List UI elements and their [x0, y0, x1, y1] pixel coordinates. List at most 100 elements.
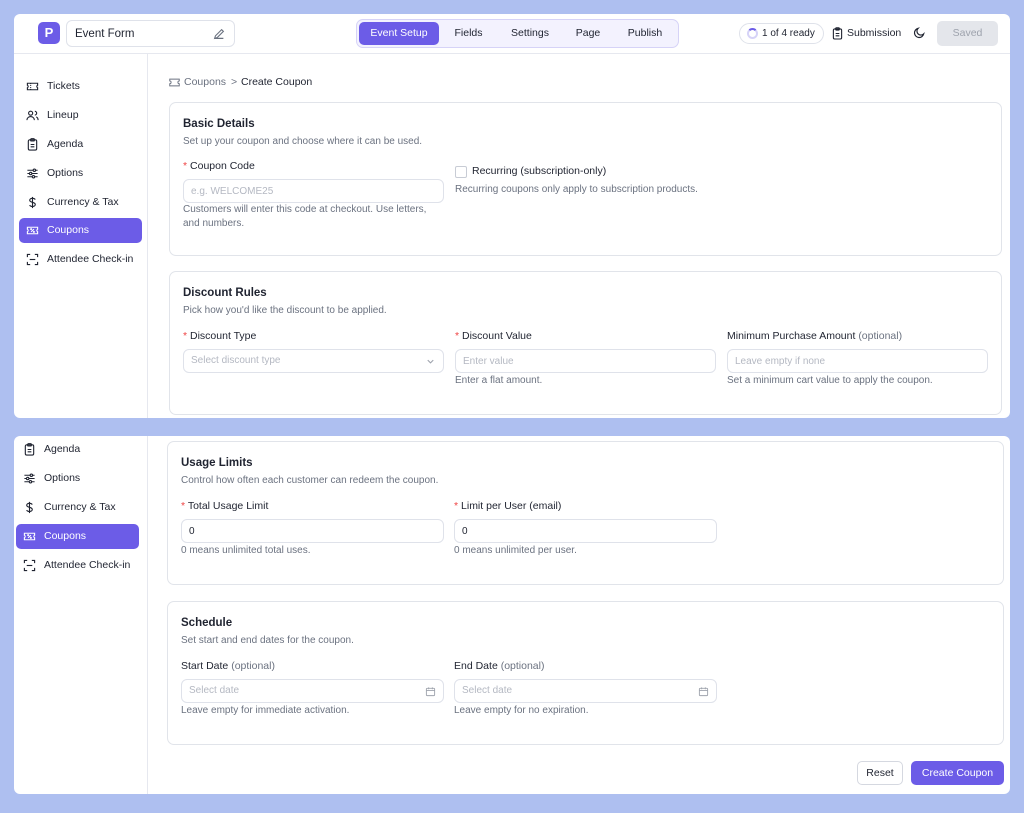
- calendar-icon: [698, 687, 709, 697]
- end-date-label: End Date (optional): [454, 660, 544, 672]
- coupon-code-label-text: Coupon Code: [190, 160, 255, 172]
- sidebar-item-tickets[interactable]: Tickets: [19, 74, 142, 99]
- moon-icon[interactable]: [913, 26, 926, 39]
- sidebar-item-label: Attendee Check-in: [47, 253, 134, 265]
- min-purchase-input[interactable]: [727, 349, 988, 373]
- calendar-icon: [425, 687, 436, 697]
- top-panel: P Event Form Event Setup Fields Settings…: [14, 14, 1010, 418]
- usage-limits-card: Usage Limits Control how often each cust…: [167, 441, 1004, 585]
- chevron-down-icon: [427, 359, 434, 364]
- sidebar-item-label: Currency & Tax: [47, 196, 119, 208]
- sidebar-item-label: Options: [47, 167, 84, 179]
- start-date-label: Start Date (optional): [181, 660, 275, 672]
- optional-tag: (optional): [500, 660, 545, 672]
- form-title-text: Event Form: [75, 28, 135, 40]
- tab-fields[interactable]: Fields: [441, 22, 496, 45]
- card-title: Basic Details: [183, 118, 255, 130]
- card-subtitle: Set up your coupon and choose where it c…: [183, 136, 423, 147]
- sidebar-item-label: Coupons: [47, 224, 90, 236]
- sidebar-item-coupons[interactable]: Coupons: [19, 218, 142, 243]
- form-title-field[interactable]: Event Form: [66, 20, 235, 47]
- progress-spinner-icon: [747, 28, 758, 39]
- card-subtitle: Set start and end dates for the coupon.: [181, 635, 354, 646]
- coupon-code-label: * Coupon Code: [183, 160, 255, 172]
- min-purchase-label-text: Minimum Purchase Amount: [727, 330, 856, 342]
- recurring-checkbox[interactable]: [455, 166, 467, 178]
- required-asterisk: *: [183, 160, 191, 172]
- sidebar-item-lineup[interactable]: Lineup: [19, 103, 142, 128]
- dollar-icon: [26, 501, 33, 514]
- sidebar-item-label: Tickets: [47, 80, 80, 92]
- breadcrumb-current: Create Coupon: [241, 76, 313, 88]
- discount-value-input[interactable]: [455, 349, 716, 373]
- users-icon: [26, 110, 39, 121]
- discount-type-placeholder: Select discount type: [191, 355, 281, 366]
- total-usage-hint: 0 means unlimited total uses.: [181, 545, 311, 556]
- submission-button[interactable]: Submission: [847, 27, 901, 39]
- sidebar-item-label: Currency & Tax: [44, 501, 116, 513]
- tab-settings[interactable]: Settings: [499, 22, 561, 45]
- sidebar-item-label: Lineup: [47, 109, 79, 121]
- coupon-code-input[interactable]: [183, 179, 444, 203]
- tab-event-setup[interactable]: Event Setup: [359, 22, 439, 45]
- schedule-card: Schedule Set start and end dates for the…: [167, 601, 1004, 745]
- start-date-picker[interactable]: Select date: [181, 679, 444, 703]
- sidebar-item-label: Agenda: [44, 443, 81, 455]
- per-user-limit-label: * Limit per User (email): [454, 500, 561, 512]
- ready-status-pill[interactable]: 1 of 4 ready: [739, 23, 824, 44]
- per-user-limit-hint: 0 means unlimited per user.: [454, 545, 577, 556]
- scan-icon: [23, 559, 36, 572]
- end-date-picker[interactable]: Select date: [454, 679, 717, 703]
- card-title: Discount Rules: [183, 287, 267, 299]
- sidebar-item-attendee-check-in[interactable]: Attendee Check-in: [16, 553, 139, 578]
- end-date-placeholder: Select date: [462, 685, 513, 696]
- sidebar-item-currency-tax[interactable]: Currency & Tax: [19, 190, 142, 215]
- required-asterisk: *: [455, 330, 463, 342]
- discount-type-label-text: Discount Type: [190, 330, 257, 342]
- create-coupon-button[interactable]: Create Coupon: [911, 761, 1004, 785]
- saved-button[interactable]: Saved: [937, 21, 998, 46]
- min-purchase-hint: Set a minimum cart value to apply the co…: [727, 375, 933, 386]
- sidebar-item-agenda[interactable]: Agenda: [16, 437, 139, 462]
- sidebar-item-options[interactable]: Options: [19, 161, 142, 186]
- sidebar-item-agenda[interactable]: Agenda: [19, 132, 142, 157]
- start-date-placeholder: Select date: [189, 685, 240, 696]
- optional-tag: (optional): [858, 330, 903, 342]
- discount-type-select[interactable]: Select discount type: [183, 349, 444, 373]
- sidebar-item-attendee-check-in[interactable]: Attendee Check-in: [19, 247, 142, 272]
- reset-button[interactable]: Reset: [857, 761, 903, 785]
- end-date-label-text: End Date: [454, 660, 498, 672]
- sidebar: Agenda Options Currency & Tax Coupons At…: [14, 436, 148, 794]
- sidebar-item-label: Options: [44, 472, 81, 484]
- clipboard-icon: [24, 443, 35, 456]
- discount-value-label: * Discount Value: [455, 330, 532, 342]
- app-header: P Event Form Event Setup Fields Settings…: [14, 14, 1010, 54]
- coupon-icon: [169, 78, 180, 87]
- sidebar-item-currency-tax[interactable]: Currency & Tax: [16, 495, 139, 520]
- discount-type-label: * Discount Type: [183, 330, 256, 342]
- sidebar-item-label: Agenda: [47, 138, 84, 150]
- app-logo: P: [38, 22, 60, 44]
- pencil-icon[interactable]: [212, 27, 226, 41]
- sidebar-item-label: Coupons: [44, 530, 87, 542]
- tab-page[interactable]: Page: [563, 22, 613, 45]
- breadcrumb-separator: >: [231, 76, 238, 88]
- coupon-code-hint: Customers will enter this code at checko…: [183, 204, 427, 229]
- tab-publish[interactable]: Publish: [615, 22, 675, 45]
- sliders-icon: [27, 168, 38, 179]
- required-asterisk: *: [181, 500, 188, 512]
- sidebar-item-label: Attendee Check-in: [44, 559, 131, 571]
- end-date-hint: Leave empty for no expiration.: [454, 705, 589, 716]
- total-usage-label-text: Total Usage Limit: [187, 500, 269, 512]
- clipboard-icon: [27, 138, 38, 151]
- optional-tag: (optional): [231, 660, 275, 672]
- recurring-hint: Recurring coupons only apply to subscrip…: [455, 184, 698, 195]
- total-usage-input[interactable]: [181, 519, 444, 543]
- sidebar-item-coupons[interactable]: Coupons: [16, 524, 139, 549]
- sidebar-item-options[interactable]: Options: [16, 466, 139, 491]
- breadcrumb-coupons-link[interactable]: Coupons: [184, 76, 226, 88]
- discount-value-label-text: Discount Value: [462, 330, 532, 342]
- discount-value-hint: Enter a flat amount.: [455, 375, 543, 386]
- per-user-limit-input[interactable]: [454, 519, 717, 543]
- bottom-panel: Agenda Options Currency & Tax Coupons At…: [14, 436, 1010, 794]
